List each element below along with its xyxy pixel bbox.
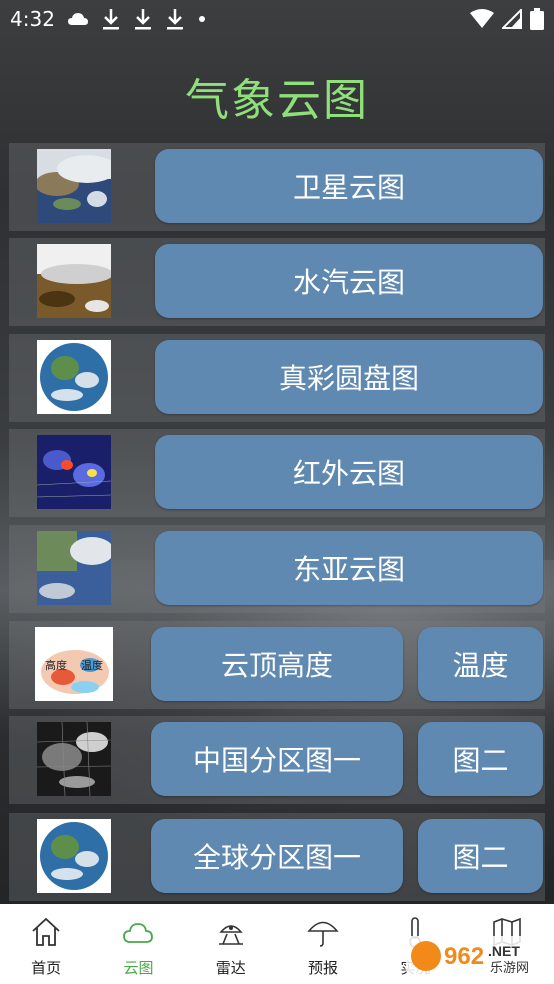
notification-icons bbox=[68, 6, 206, 32]
thumb-label-temp: 温度 bbox=[81, 659, 103, 672]
signal-icon bbox=[502, 9, 522, 29]
satellite-thumbnail[interactable] bbox=[37, 149, 111, 223]
watermark-site: 乐游网 bbox=[490, 961, 529, 976]
temperature-button[interactable]: 温度 bbox=[418, 627, 543, 701]
tab-label: 雷达 bbox=[215, 959, 246, 977]
tab-cloud[interactable]: 云图 bbox=[92, 904, 184, 984]
list-item: 红外云图 bbox=[9, 429, 545, 517]
true-color-disk-thumbnail[interactable] bbox=[37, 340, 111, 414]
infrared-cloud-button[interactable]: 红外云图 bbox=[155, 435, 543, 509]
tab-label: 首页 bbox=[31, 959, 62, 977]
list-item: 东亚云图 bbox=[9, 525, 545, 613]
list-item: 高度 温度 云顶高度 温度 bbox=[9, 621, 545, 709]
china-regional-thumbnail[interactable] bbox=[37, 722, 111, 796]
water-vapor-thumbnail[interactable] bbox=[37, 244, 111, 318]
global-regional-thumbnail[interactable] bbox=[37, 819, 111, 893]
wifi-icon bbox=[470, 9, 494, 28]
list-item: 中国分区图一 图二 bbox=[9, 716, 545, 804]
east-asia-thumbnail[interactable] bbox=[37, 531, 111, 605]
umbrella-icon bbox=[307, 921, 339, 947]
list-item: 真彩圆盘图 bbox=[9, 334, 545, 422]
cloud-top-thumbnail[interactable]: 高度 温度 bbox=[35, 627, 113, 701]
page-title: 气象云图 bbox=[185, 75, 369, 126]
true-color-disk-button[interactable]: 真彩圆盘图 bbox=[155, 340, 543, 414]
cloud-icon bbox=[123, 923, 154, 943]
satellite-cloud-button[interactable]: 卫星云图 bbox=[155, 149, 543, 223]
site-watermark: 962 .NET 乐游网 bbox=[406, 934, 548, 978]
tab-forecast[interactable]: 预报 bbox=[277, 904, 369, 984]
tab-label: 预报 bbox=[308, 959, 339, 977]
global-region-map2-button[interactable]: 图二 bbox=[418, 819, 543, 893]
east-asia-cloud-button[interactable]: 东亚云图 bbox=[155, 531, 543, 605]
radar-icon bbox=[218, 925, 243, 945]
home-icon bbox=[32, 917, 60, 946]
water-vapor-button[interactable]: 水汽云图 bbox=[155, 244, 543, 318]
china-region-map2-button[interactable]: 图二 bbox=[418, 722, 543, 796]
download-icon bbox=[135, 9, 151, 30]
watermark-net: .NET bbox=[488, 943, 520, 959]
thumb-label-height: 高度 bbox=[45, 659, 67, 672]
cloud-top-height-button[interactable]: 云顶高度 bbox=[151, 627, 403, 701]
download-icon bbox=[103, 9, 119, 30]
status-time: 4:32 bbox=[10, 7, 55, 31]
watermark-brand: 962 bbox=[444, 943, 484, 970]
system-icons bbox=[470, 6, 544, 32]
battery-icon bbox=[530, 8, 544, 30]
list-item: 水汽云图 bbox=[9, 238, 545, 326]
list-item: 全球分区图一 图二 bbox=[9, 813, 545, 901]
tab-home[interactable]: 首页 bbox=[0, 904, 92, 984]
status-bar: 4:32 bbox=[0, 0, 554, 38]
cloud-notification-icon bbox=[68, 13, 88, 25]
dot-icon bbox=[199, 16, 205, 22]
china-region-map1-button[interactable]: 中国分区图一 bbox=[151, 722, 403, 796]
list-item: 卫星云图 bbox=[9, 143, 545, 231]
infrared-thumbnail[interactable] bbox=[37, 435, 111, 509]
tab-radar[interactable]: 雷达 bbox=[185, 904, 277, 984]
download-icon bbox=[167, 9, 183, 30]
tab-label: 云图 bbox=[123, 959, 154, 977]
global-region-map1-button[interactable]: 全球分区图一 bbox=[151, 819, 403, 893]
